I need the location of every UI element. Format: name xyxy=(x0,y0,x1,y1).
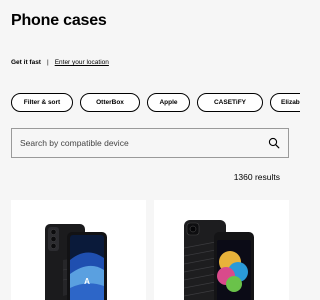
iphone-case-image xyxy=(183,220,254,300)
filter-sort-button[interactable]: Filter & sort xyxy=(11,93,73,112)
enter-location-link[interactable]: Enter your location xyxy=(55,59,109,66)
product-card[interactable]: A xyxy=(11,200,146,300)
svg-text:A: A xyxy=(84,277,90,286)
page-title: Phone cases xyxy=(11,12,107,29)
chip-otterbox[interactable]: OtterBox xyxy=(80,93,140,112)
chip-casetify[interactable]: CASETiFY xyxy=(197,93,263,112)
samsung-galaxy-case-image: A xyxy=(45,224,107,300)
product-card[interactable] xyxy=(154,200,289,300)
divider: | xyxy=(46,59,49,66)
results-count: 1360 results xyxy=(233,172,280,182)
search-input[interactable] xyxy=(20,138,268,148)
chip-apple[interactable]: Apple xyxy=(147,93,190,112)
get-it-fast-label: Get it fast xyxy=(11,59,41,66)
filter-chips: Filter & sort OtterBox Apple CASETiFY El… xyxy=(11,93,300,112)
search-icon[interactable] xyxy=(268,137,280,149)
page: Phone cases Get it fast | Enter your loc… xyxy=(0,0,300,300)
chip-elizabeth[interactable]: Elizab xyxy=(270,93,300,112)
fulfillment-row: Get it fast | Enter your location xyxy=(11,59,109,66)
search-field[interactable] xyxy=(11,128,289,158)
